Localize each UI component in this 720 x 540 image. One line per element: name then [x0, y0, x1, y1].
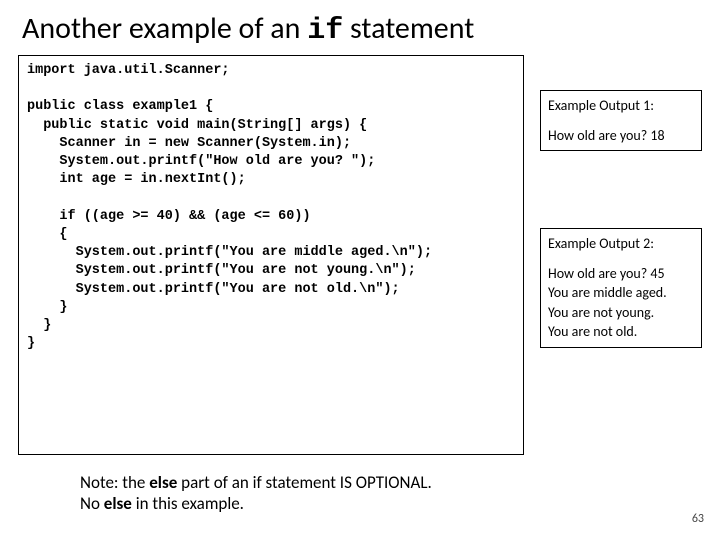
note-bold1: else — [149, 472, 177, 493]
note-part2: part of an if statement IS OPTIONAL. — [177, 472, 431, 493]
note-part4: in this example. — [132, 493, 244, 514]
note-bold2: else — [104, 493, 132, 514]
page-number: 63 — [692, 512, 704, 526]
slide-title: Another example of an if statement — [0, 0, 720, 52]
output2-line3: You are not young. — [548, 303, 694, 323]
example-output-2: Example Output 2: How old are you? 45 Yo… — [540, 228, 702, 348]
output2-line1: How old are you? 45 — [548, 264, 694, 284]
title-post: statement — [343, 10, 474, 47]
output1-heading: Example Output 1: — [548, 96, 694, 116]
title-pre: Another example of an — [22, 10, 307, 47]
output2-line4: You are not old. — [548, 322, 694, 342]
note-part1: Note: the — [80, 472, 149, 493]
code-content: import java.util.Scanner; public class e… — [27, 63, 432, 351]
note-part3: No — [80, 493, 104, 514]
example-output-1: Example Output 1: How old are you? 18 — [540, 90, 702, 151]
note-text: Note: the else part of an if statement I… — [80, 472, 520, 515]
title-mono: if — [307, 14, 343, 48]
output2-heading: Example Output 2: — [548, 234, 694, 254]
output2-line2: You are middle aged. — [548, 283, 694, 303]
code-box: import java.util.Scanner; public class e… — [18, 55, 524, 455]
output1-line1: How old are you? 18 — [548, 126, 694, 146]
